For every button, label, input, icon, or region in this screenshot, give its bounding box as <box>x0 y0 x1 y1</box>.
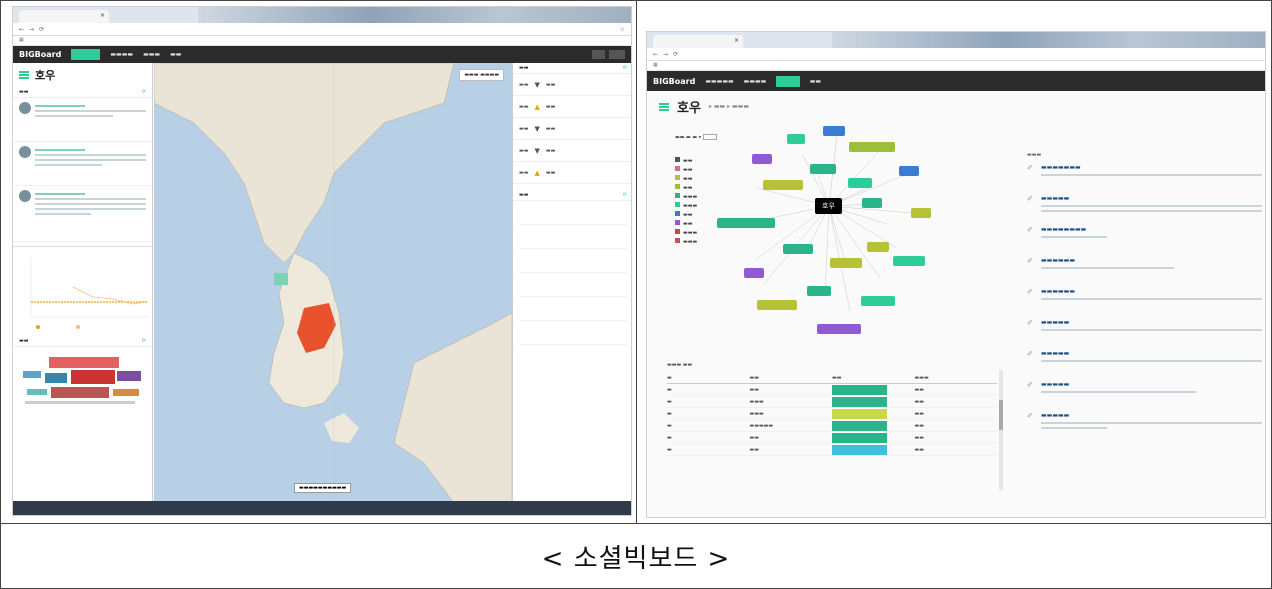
rank-row[interactable]: ▬▬ ▼ ▬▬ <box>513 118 631 140</box>
close-icon[interactable]: × <box>100 12 105 21</box>
bird-icon: ✐ <box>1027 195 1033 203</box>
table-row[interactable]: ▬ ▬▬ ▬▬ <box>667 384 997 396</box>
nav-item[interactable]: ▬▬▬▬▬ <box>705 78 733 85</box>
bookmark-bar: ▦ <box>13 36 631 46</box>
trend-chart <box>13 246 152 336</box>
scrollbar[interactable] <box>999 370 1003 490</box>
avatar <box>19 102 31 114</box>
browser-tabbar: × <box>13 7 631 23</box>
close-icon[interactable]: × <box>734 37 739 46</box>
feed-item[interactable]: ✐ ▬▬▬▬▬▬▬ <box>1027 164 1262 195</box>
browser-tab[interactable]: × <box>19 10 109 23</box>
feed-item[interactable]: ✐ ▬▬▬▬▬▬▬▬ <box>1027 226 1262 257</box>
right-panel: ▬▬ ⟳ ▬▬ ▼ ▬▬ ▬▬ ▲ ▬▬ ▬▬ ▼ ▬▬ ▬▬ ▼ ▬▬ ▬▬ ▲ ▬▬ ▬▬ ⟳ <box>512 63 631 503</box>
back-icon[interactable]: ← <box>19 26 24 33</box>
section-header: ▬▬ ⟳ <box>13 336 152 347</box>
app-nav: BIGBoard ▬▬▬▬ ▬▬▬ ▬▬ <box>13 46 631 63</box>
address-bar: ← → ⟳ <box>647 48 1265 61</box>
nav-item[interactable]: ▬▬ <box>170 51 181 58</box>
avatar <box>19 190 31 202</box>
map-option-button[interactable]: ▬▬▬ ▬▬▬▬ <box>459 69 504 81</box>
page-title: 호우 <box>35 69 56 82</box>
word-cloud <box>13 347 152 429</box>
bird-icon: ✐ <box>1027 381 1033 389</box>
timeline-list <box>513 201 631 349</box>
post-item[interactable] <box>13 186 152 242</box>
app-logo[interactable]: BIGBoard <box>19 50 61 59</box>
apps-icon[interactable]: ▦ <box>19 37 24 44</box>
rank-row[interactable]: ▬▬ ▼ ▬▬ <box>513 74 631 96</box>
bird-icon: ✐ <box>1027 288 1033 296</box>
bird-icon: ✐ <box>1027 257 1033 265</box>
social-feed: ▬▬▬ ✐ ▬▬▬▬▬▬▬ ✐ ▬▬▬▬▬ ✐ ▬▬▬▬▬▬▬▬ ✐ ▬▬▬▬▬▬ ✐ ▬… <box>1027 152 1262 443</box>
back-icon[interactable]: ← <box>653 51 658 58</box>
legend: ▬▬ ▬▬ ▬▬ ▬▬ ▬▬▬ ▬▬▬ ▬▬ ▬▬ ▬▬▬ ▬▬▬ <box>675 157 697 247</box>
browser-tab[interactable]: × <box>653 35 743 48</box>
map-view[interactable]: ▬▬▬ ▬▬▬▬ ▬▬▬▬▬▬▬▬▬▬ <box>153 62 513 504</box>
section-header: ▬▬ ⟳ <box>513 190 631 201</box>
rank-row[interactable]: ▬▬ ▼ ▬▬ <box>513 140 631 162</box>
page-title: 호우 <box>677 101 701 116</box>
nav-item[interactable]: ▬▬▬▬ <box>744 78 767 85</box>
feed-item[interactable]: ✐ ▬▬▬▬▬ <box>1027 381 1262 412</box>
table-row[interactable]: ▬ ▬▬▬ ▬▬ <box>667 396 997 408</box>
menu-icon[interactable] <box>659 102 669 111</box>
forward-icon[interactable]: → <box>29 26 34 33</box>
address-bar: ← → ⟳ ☆ <box>13 23 631 36</box>
feed-item[interactable]: ✐ ▬▬▬▬▬ <box>1027 412 1262 443</box>
app-logo[interactable]: BIGBoard <box>653 77 695 86</box>
bird-icon: ✐ <box>1027 319 1033 327</box>
menu-icon[interactable] <box>19 71 29 79</box>
table-row[interactable]: ▬ ▬▬ ▬▬ <box>667 432 997 444</box>
left-screenshot: × ← → ⟳ ☆ ▦ BIGBoard ▬▬▬▬ ▬▬▬ ▬▬ 호우 ▬▬⟳ <box>12 6 632 516</box>
app-nav: BIGBoard ▬▬▬▬▬ ▬▬▬▬ ▬▬ <box>647 71 1265 91</box>
vertical-divider <box>636 0 637 523</box>
nav-item[interactable]: ▬▬▬▬ <box>110 51 133 58</box>
taskbar <box>13 501 631 515</box>
post-item[interactable] <box>13 98 152 142</box>
nav-item-active[interactable] <box>71 49 101 60</box>
avatar <box>19 146 31 158</box>
center-keyword[interactable]: 호우 <box>815 198 842 214</box>
browser-tabbar: × <box>647 32 1265 48</box>
rank-row[interactable]: ▬▬ ▲ ▬▬ <box>513 162 631 184</box>
reload-icon[interactable]: ⟳ <box>39 26 44 33</box>
apps-icon[interactable]: ▦ <box>653 62 658 69</box>
bookmark-bar: ▦ <box>647 61 1265 71</box>
bird-icon: ✐ <box>1027 412 1033 420</box>
header-button[interactable] <box>609 50 625 59</box>
bird-icon: ✐ <box>1027 350 1033 358</box>
feed-item[interactable]: ✐ ▬▬▬▬▬ <box>1027 319 1262 350</box>
rank-row[interactable]: ▬▬ ▲ ▬▬ <box>513 96 631 118</box>
section-header: ▬▬ ⟳ <box>513 63 631 74</box>
table-row[interactable]: ▬ ▬▬ ▬▬ <box>667 444 997 456</box>
star-icon[interactable]: ☆ <box>620 26 625 33</box>
nav-item[interactable]: ▬▬▬ <box>143 51 160 58</box>
figure-caption: < 소셜빅보드 > <box>541 544 731 574</box>
forward-icon[interactable]: → <box>663 51 668 58</box>
feed-item[interactable]: ✐ ▬▬▬▬▬▬ <box>1027 257 1262 288</box>
map-label: ▬▬▬▬▬▬▬▬▬▬ <box>294 483 352 493</box>
table-row[interactable]: ▬ ▬▬▬▬▬ ▬▬ <box>667 420 997 432</box>
nav-item-active[interactable] <box>776 75 800 87</box>
section-header: ▬▬ ⟳ <box>13 87 152 98</box>
reload-icon[interactable]: ⟳ <box>673 51 678 58</box>
bird-icon: ✐ <box>1027 164 1033 172</box>
table-row[interactable]: ▬ ▬▬▬ ▬▬ <box>667 408 997 420</box>
left-sidebar: 호우 ▬▬ ⟳ ▬▬ ⟳ <box>13 63 153 503</box>
header-button[interactable] <box>591 50 606 59</box>
feed-item[interactable]: ✐ ▬▬▬▬▬ <box>1027 350 1262 381</box>
keyword-network: ▬▬ ▬ ▬ ▾ 호우 <box>647 118 1007 353</box>
refresh-icon[interactable]: ⟳ <box>142 338 146 344</box>
post-item[interactable] <box>13 142 152 186</box>
nav-item[interactable]: ▬▬ <box>810 78 821 85</box>
feed-item[interactable]: ✐ ▬▬▬▬▬▬ <box>1027 288 1262 319</box>
feed-item[interactable]: ✐ ▬▬▬▬▬ <box>1027 195 1262 226</box>
bird-icon: ✐ <box>1027 226 1033 234</box>
keyword-table: ▬▬▬ ▬▬ ▬ ▬▬ ▬▬ ▬▬▬ ▬ ▬▬ ▬▬ ▬ ▬▬▬ ▬▬ ▬ ▬▬▬ ▬▬ ▬ ▬▬▬… <box>667 362 997 456</box>
refresh-icon[interactable]: ⟳ <box>142 89 146 95</box>
breadcrumb: ▸ ▬▬ ▸ ▬▬▬ <box>708 103 750 110</box>
right-screenshot: × ← → ⟳ ▦ BIGBoard ▬▬▬▬▬ ▬▬▬▬ ▬▬ 호우 ▸ ▬▬… <box>646 31 1266 518</box>
